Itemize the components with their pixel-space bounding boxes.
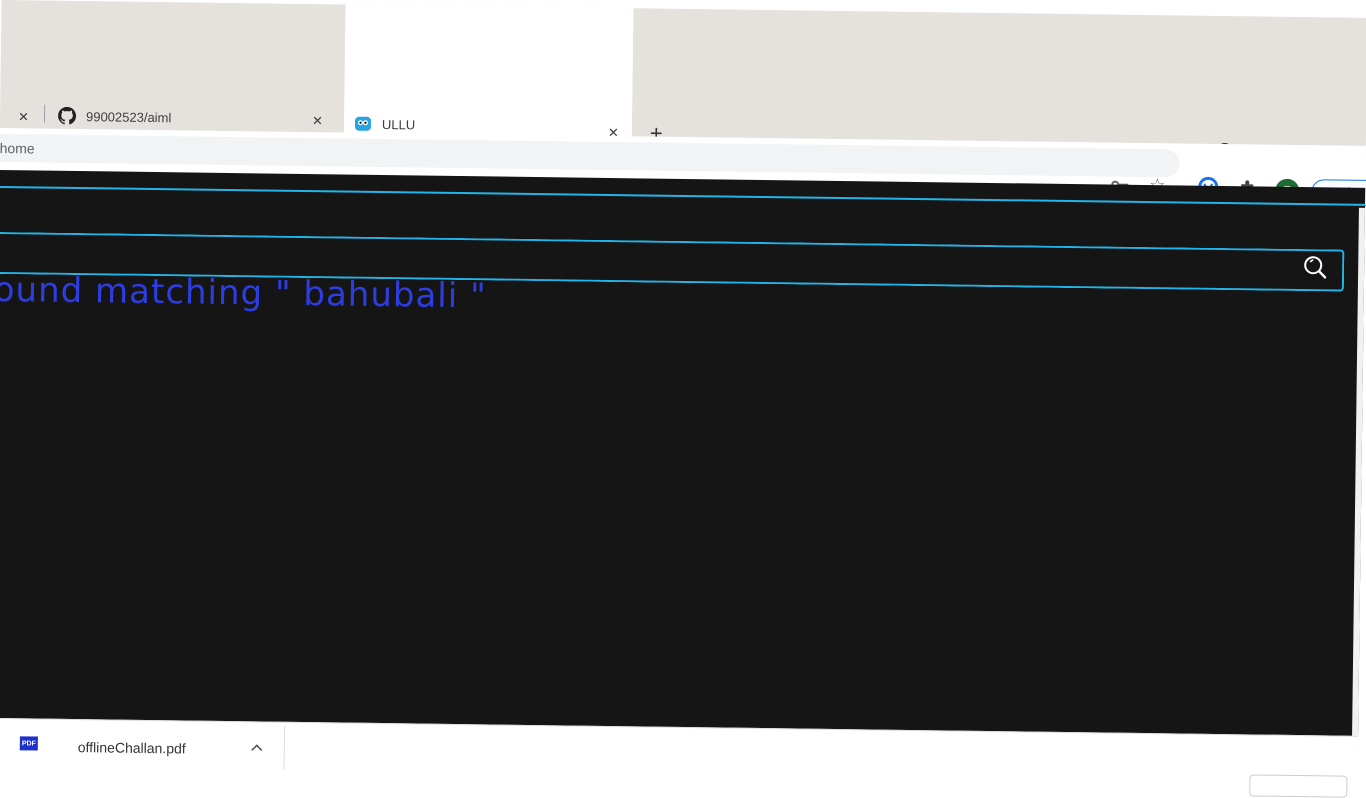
ullu-icon: [354, 115, 372, 133]
pdf-file-icon: PDF: [20, 736, 38, 750]
tab-github[interactable]: 99002523/aiml: [58, 101, 172, 132]
chevron-up-icon[interactable]: [250, 739, 264, 755]
address-url[interactable]: home: [0, 140, 35, 156]
search-icon[interactable]: [1301, 253, 1329, 281]
tab-label: 99002523/aiml: [86, 109, 171, 125]
no-results-message: ound matching " bahubali ": [0, 270, 487, 316]
tab-label: ULLU: [382, 117, 415, 132]
github-icon: [58, 107, 76, 125]
browser-window: ✕ 99002523/aiml ✕ ULLU ✕ + home ☆ T Upda…: [0, 0, 1366, 786]
download-file-name[interactable]: offlineChallan.pdf: [78, 739, 186, 756]
show-all-button[interactable]: [1249, 774, 1347, 797]
